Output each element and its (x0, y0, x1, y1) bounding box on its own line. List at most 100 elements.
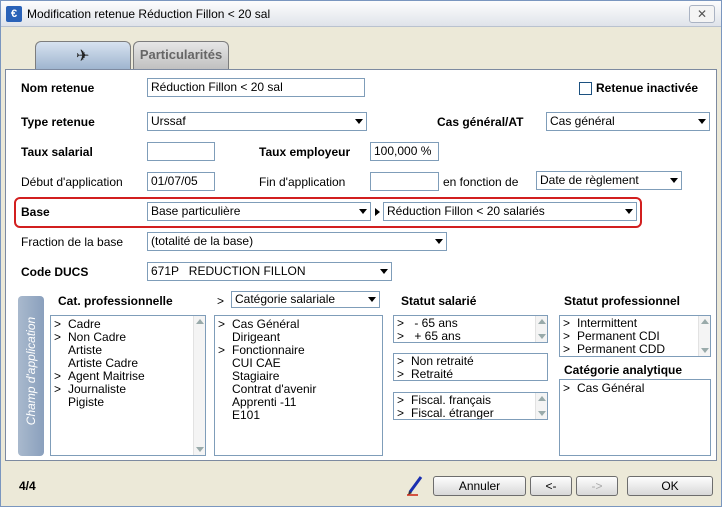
inactive-checkbox[interactable] (579, 82, 592, 95)
chevron-down-icon (380, 269, 388, 274)
base-select-value: Base particulière (151, 204, 241, 218)
taux-employeur-input[interactable]: 100,000 % (370, 142, 439, 161)
next-button[interactable]: -> (576, 476, 618, 496)
ducs-select[interactable]: 671P REDUCTION FILLON (147, 262, 392, 281)
cas-select-value: Cas général (550, 114, 615, 128)
list-item-label: Permanent CDD (577, 342, 666, 356)
pencil-icon[interactable] (406, 474, 424, 496)
cas-select[interactable]: Cas général (546, 112, 710, 131)
selected-mark: > (218, 343, 226, 357)
selected-mark: > (54, 330, 62, 344)
ducs-label: Code DUCS (21, 265, 89, 279)
nom-input[interactable]: Réduction Fillon < 20 sal (147, 78, 365, 97)
cat-sal-prefix: > (217, 294, 225, 308)
scroll-up-icon (701, 319, 709, 324)
list-item[interactable]: > Retraité (394, 368, 547, 381)
fin-input[interactable] (370, 172, 439, 191)
list-item[interactable]: > Permanent CDD (560, 343, 710, 356)
annuler-button[interactable]: Annuler (433, 476, 526, 496)
selected-mark: > (218, 317, 226, 331)
list-item-label: Fiscal. français (411, 393, 492, 407)
statut-sal-label: Statut salarié (401, 294, 477, 308)
type-select[interactable]: Urssaf (147, 112, 367, 131)
chevron-down-icon (435, 239, 443, 244)
fonction-select[interactable]: Date de règlement (536, 171, 682, 190)
cat-pro-list[interactable]: > Cadre > Non Cadre Artiste Artiste Cadre > Age… (50, 315, 206, 456)
tab-bar: ✈ Particularités (1, 27, 721, 71)
selected-mark: > (397, 367, 405, 381)
list-item-label: Cas Général (577, 381, 645, 395)
chevron-down-icon (355, 119, 363, 124)
selected-mark: > (397, 406, 405, 420)
taux-salarial-label: Taux salarial (21, 145, 93, 159)
cat-sal-list[interactable]: > Cas Général Dirigeant > Fonctionnaire CUI C… (214, 315, 383, 456)
tab-particularites[interactable]: Particularités (133, 41, 229, 69)
chevron-down-icon (698, 119, 706, 124)
list-item[interactable]: E101 (215, 409, 382, 422)
fonction-label: en fonction de (443, 175, 519, 189)
tab-general[interactable]: ✈ (35, 41, 131, 69)
selected-mark: > (563, 342, 571, 356)
close-button[interactable]: ✕ (689, 5, 715, 23)
debut-input[interactable]: 01/07/05 (147, 172, 215, 191)
fonction-select-value: Date de règlement (540, 173, 639, 187)
scrollbar[interactable] (535, 316, 547, 342)
scrollbar[interactable] (535, 393, 547, 419)
cas-label: Cas général/AT (437, 115, 524, 129)
statut-pro-list[interactable]: > Intermittent > Permanent CDI > Permanent CD… (559, 315, 711, 357)
champ-application-band: Champ d'application (18, 296, 44, 456)
footer-bar: 4/4 Annuler <- -> OK (1, 461, 721, 506)
list-item-label: Stagiaire (232, 369, 280, 383)
selected-mark: > (54, 382, 62, 396)
ok-button[interactable]: OK (627, 476, 713, 496)
list-item-label: Dirigeant (232, 330, 281, 344)
scroll-up-icon (538, 396, 546, 401)
base-label: Base (21, 205, 50, 219)
previous-button[interactable]: <- (530, 476, 572, 496)
chevron-down-icon (368, 297, 376, 302)
list-item[interactable]: Pigiste (51, 396, 205, 409)
scrollbar[interactable] (193, 316, 205, 455)
title-bar: € Modification retenue Réduction Fillon … (1, 1, 721, 27)
list-item-label: + 65 ans (411, 329, 461, 343)
base-select[interactable]: Base particulière (147, 202, 371, 221)
list-item-label: Permanent CDI (577, 329, 660, 343)
list-item-label: Artiste Cadre (68, 356, 139, 370)
base-detail-select[interactable]: Réduction Fillon < 20 salariés (383, 202, 637, 221)
window-title: Modification retenue Réduction Fillon < … (27, 7, 271, 21)
retraite-list[interactable]: > Non retraité > Retraité (393, 353, 548, 381)
scroll-down-icon (538, 411, 546, 416)
cat-sal-select-value: Catégorie salariale (235, 292, 336, 306)
scroll-up-icon (196, 319, 204, 324)
list-item-label: Contrat d'avenir (232, 382, 317, 396)
scroll-down-icon (701, 348, 709, 353)
age-list[interactable]: > - 65 ans > + 65 ans (393, 315, 548, 343)
scrollbar[interactable] (698, 316, 710, 356)
scroll-down-icon (196, 447, 204, 452)
chevron-down-icon (359, 209, 367, 214)
selected-mark: > (563, 381, 571, 395)
fraction-select-value: (totalité de la base) (151, 234, 254, 248)
fin-label: Fin d'application (259, 175, 346, 189)
list-item-label: - 65 ans (411, 316, 458, 330)
base-detail-select-value: Réduction Fillon < 20 salariés (387, 204, 545, 218)
fraction-select[interactable]: (totalité de la base) (147, 232, 447, 251)
list-item-label: Intermittent (577, 316, 638, 330)
selected-mark: > (397, 329, 405, 343)
list-item[interactable]: > + 65 ans (394, 330, 547, 343)
list-item-label: CUI CAE (232, 356, 281, 370)
fraction-label: Fraction de la base (21, 235, 124, 249)
taux-salarial-input[interactable] (147, 142, 215, 161)
cat-ana-list[interactable]: > Cas Général (559, 379, 711, 456)
list-item-label: Non Cadre (68, 330, 127, 344)
cat-sal-select[interactable]: Catégorie salariale (231, 291, 380, 308)
champ-application-label: Champ d'application (24, 316, 38, 426)
nom-label: Nom retenue (21, 81, 95, 95)
list-item[interactable]: > Fiscal. étranger (394, 407, 547, 420)
list-item-label: Apprenti -11 (232, 395, 297, 409)
fiscal-list[interactable]: > Fiscal. français > Fiscal. étranger (393, 392, 548, 420)
list-item[interactable]: > Cas Général (560, 382, 710, 395)
cat-pro-label: Cat. professionnelle (58, 294, 173, 308)
list-item-label: Non retraité (411, 354, 474, 368)
cat-ana-label: Catégorie analytique (564, 363, 683, 377)
